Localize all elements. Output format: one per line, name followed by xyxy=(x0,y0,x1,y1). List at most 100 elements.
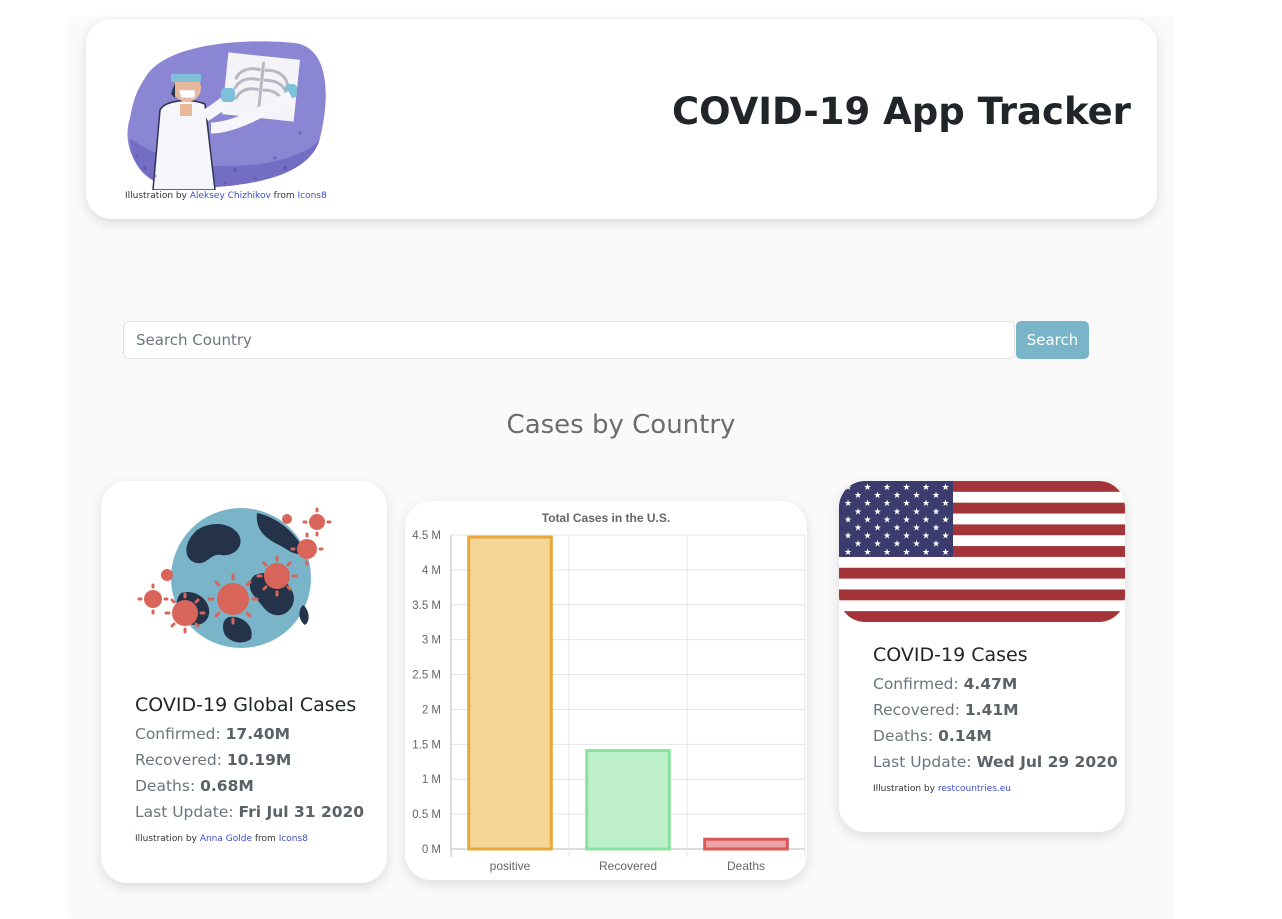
credit-mid: from xyxy=(254,834,276,844)
chart-y-tick-label: 2 M xyxy=(422,704,441,716)
svg-text:★: ★ xyxy=(922,499,930,509)
svg-text:★: ★ xyxy=(932,507,940,517)
update-label: Last Update: xyxy=(873,753,972,771)
svg-text:★: ★ xyxy=(893,491,901,501)
section-title: Cases by Country xyxy=(506,410,736,440)
chart-y-tick-label: 0.5 M xyxy=(412,809,441,821)
confirmed-label: Confirmed: xyxy=(135,725,221,743)
chart-bars xyxy=(467,535,789,851)
update-value: Fri Jul 31 2020 xyxy=(238,803,365,821)
svg-text:★: ★ xyxy=(844,515,852,525)
svg-text:★: ★ xyxy=(941,499,949,509)
us-cases-bar-chart: Total Cases in the U.S. 0 M 0.5 M 1 M 1.5 M… xyxy=(412,511,806,873)
svg-text:★: ★ xyxy=(912,491,920,501)
global-recovered: Recovered: 10.19M xyxy=(135,751,291,769)
global-card-title: COVID-19 Global Cases xyxy=(135,694,357,716)
svg-text:★: ★ xyxy=(873,491,881,501)
chart-y-tick-label: 3 M xyxy=(422,635,441,647)
svg-text:★: ★ xyxy=(912,524,920,534)
svg-text:★: ★ xyxy=(893,524,901,534)
deaths-label: Deaths: xyxy=(873,727,934,745)
svg-text:★: ★ xyxy=(932,540,940,550)
chart-bar-positive xyxy=(467,535,553,851)
chart-y-tick-label: 1.5 M xyxy=(412,739,441,751)
chart-y-tick-label: 3.5 M xyxy=(412,600,441,612)
svg-text:★: ★ xyxy=(863,499,871,509)
svg-text:★: ★ xyxy=(883,532,891,542)
svg-text:★: ★ xyxy=(922,548,930,558)
svg-text:★: ★ xyxy=(873,540,881,550)
update-value: Wed Jul 29 2020 xyxy=(976,753,1118,771)
svg-text:★: ★ xyxy=(912,540,920,550)
chart-y-tick-label: 4 M xyxy=(422,565,441,577)
svg-text:★: ★ xyxy=(941,548,949,558)
svg-text:★: ★ xyxy=(941,483,949,493)
svg-text:★: ★ xyxy=(854,540,862,550)
chart-x-tick-label: positive xyxy=(490,859,531,873)
credit-source-link[interactable]: restcountries.eu xyxy=(938,784,1011,794)
global-confirmed: Confirmed: 17.40M xyxy=(135,725,290,743)
svg-text:★: ★ xyxy=(883,499,891,509)
confirmed-label: Confirmed: xyxy=(873,675,959,693)
svg-text:★: ★ xyxy=(893,540,901,550)
search-input[interactable] xyxy=(123,321,1015,359)
credit-prefix: Illustration by xyxy=(125,191,187,201)
global-last-update: Last Update: Fri Jul 31 2020 xyxy=(135,803,364,821)
header-illustration-credit: Illustration by Aleksey Chizhikov from I… xyxy=(125,191,327,201)
svg-text:★: ★ xyxy=(893,507,901,517)
us-recovered: Recovered: 1.41M xyxy=(873,701,1019,719)
chart-title: Total Cases in the U.S. xyxy=(542,511,670,525)
chart-y-tick-label: 1 M xyxy=(422,774,441,786)
svg-text:★: ★ xyxy=(912,507,920,517)
svg-text:★: ★ xyxy=(844,548,852,558)
global-illustration-credit: Illustration by Anna Golde from Icons8 xyxy=(135,834,308,844)
svg-text:★: ★ xyxy=(854,507,862,517)
credit-prefix: Illustration by xyxy=(135,834,197,844)
search-button[interactable]: Search xyxy=(1016,321,1089,359)
svg-text:★: ★ xyxy=(873,507,881,517)
app-title: COVID-19 App Tracker xyxy=(672,90,1131,133)
credit-author-link[interactable]: Aleksey Chizhikov xyxy=(190,191,271,201)
chart-bar-recovered xyxy=(585,749,671,851)
svg-text:★: ★ xyxy=(863,515,871,525)
svg-text:★: ★ xyxy=(902,515,910,525)
svg-text:★: ★ xyxy=(863,548,871,558)
globe-virus-illustration xyxy=(137,507,332,648)
svg-text:★: ★ xyxy=(932,491,940,501)
chart-bar-deaths xyxy=(703,837,789,851)
credit-source-link[interactable]: Icons8 xyxy=(279,834,308,844)
us-last-update: Last Update: Wed Jul 29 2020 xyxy=(873,753,1118,771)
credit-mid: from xyxy=(273,191,295,201)
global-cases-card: COVID-19 Global Cases Confirmed: 17.40M … xyxy=(101,481,387,883)
svg-text:★: ★ xyxy=(854,491,862,501)
us-cases-chart-card: Total Cases in the U.S. 0 M 0.5 M 1 M 1.5 M… xyxy=(405,501,807,880)
svg-text:★: ★ xyxy=(883,515,891,525)
chart-x-tick-label: Recovered xyxy=(599,859,657,873)
deaths-value: 0.68M xyxy=(200,777,254,795)
recovered-label: Recovered: xyxy=(135,751,222,769)
us-illustration-credit: Illustration by restcountries.eu xyxy=(873,784,1011,794)
credit-author-link[interactable]: Anna Golde xyxy=(200,834,252,844)
credit-prefix: Illustration by xyxy=(873,784,935,794)
svg-text:★: ★ xyxy=(902,499,910,509)
global-deaths: Deaths: 0.68M xyxy=(135,777,254,795)
svg-text:★: ★ xyxy=(902,548,910,558)
doctor-xray-illustration xyxy=(127,41,326,190)
chart-y-tick-label: 4.5 M xyxy=(412,530,441,542)
svg-text:★: ★ xyxy=(863,532,871,542)
svg-text:★: ★ xyxy=(922,483,930,493)
chart-x-axis: positive Recovered Deaths xyxy=(490,859,765,873)
deaths-value: 0.14M xyxy=(938,727,992,745)
svg-text:★: ★ xyxy=(844,483,852,493)
svg-text:★: ★ xyxy=(883,483,891,493)
svg-text:★: ★ xyxy=(902,532,910,542)
confirmed-value: 17.40M xyxy=(225,725,291,743)
svg-text:★: ★ xyxy=(922,515,930,525)
svg-text:★: ★ xyxy=(854,524,862,534)
update-label: Last Update: xyxy=(135,803,234,821)
chart-y-tick-label: 2.5 M xyxy=(412,670,441,682)
credit-source-link[interactable]: Icons8 xyxy=(297,191,326,201)
chart-y-axis: 0 M 0.5 M 1 M 1.5 M 2 M 2.5 M 3 M 3.5 M 4 M 4.5 M xyxy=(412,530,441,856)
svg-text:★: ★ xyxy=(883,548,891,558)
svg-text:★: ★ xyxy=(941,532,949,542)
